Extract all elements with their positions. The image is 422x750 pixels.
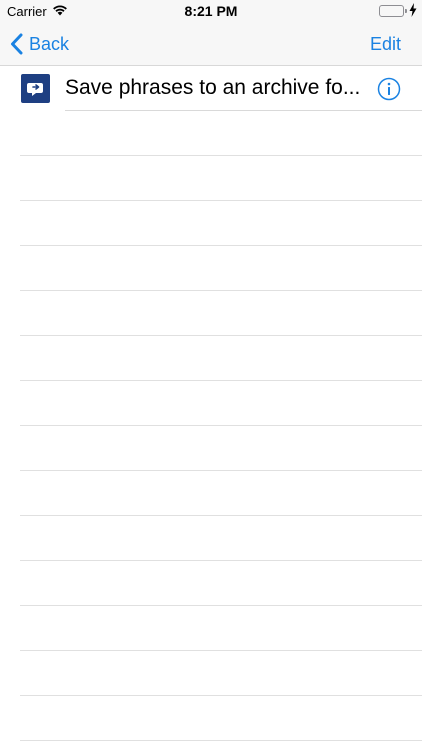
back-label: Back — [29, 33, 70, 54]
empty-list-row — [0, 381, 422, 426]
status-bar: Carrier 8:21 PM — [0, 0, 422, 22]
battery-tip — [405, 9, 407, 13]
row-separator — [20, 740, 422, 741]
empty-list-row — [0, 516, 422, 561]
empty-list-row — [0, 336, 422, 381]
empty-list-row — [0, 246, 422, 291]
empty-rows — [0, 111, 422, 741]
empty-list-row — [0, 696, 422, 741]
list-item-title: Save phrases to an archive fo... — [65, 76, 361, 99]
status-time: 8:21 PM — [184, 3, 238, 19]
phrase-archive-icon — [21, 74, 50, 103]
empty-list-row — [0, 561, 422, 606]
empty-list-row — [0, 606, 422, 651]
screen: Carrier 8:21 PM Back Edit Save phrases t… — [0, 0, 422, 750]
empty-list-row — [0, 156, 422, 201]
charging-bolt-icon — [409, 3, 417, 20]
battery-icon — [379, 5, 404, 17]
empty-list-row — [0, 426, 422, 471]
list-item[interactable]: Save phrases to an archive fo... — [0, 66, 422, 111]
back-button[interactable]: Back — [10, 31, 69, 57]
empty-list-row — [0, 471, 422, 516]
edit-button[interactable]: Edit — [370, 34, 401, 55]
empty-list-row — [0, 291, 422, 336]
phrase-list: Save phrases to an archive fo... — [0, 66, 422, 741]
chevron-left-icon — [11, 33, 23, 55]
navigation-bar: Back Edit — [0, 22, 422, 66]
empty-list-row — [0, 201, 422, 246]
info-icon[interactable] — [377, 77, 401, 106]
empty-list-row — [0, 111, 422, 156]
empty-list-row — [0, 651, 422, 696]
